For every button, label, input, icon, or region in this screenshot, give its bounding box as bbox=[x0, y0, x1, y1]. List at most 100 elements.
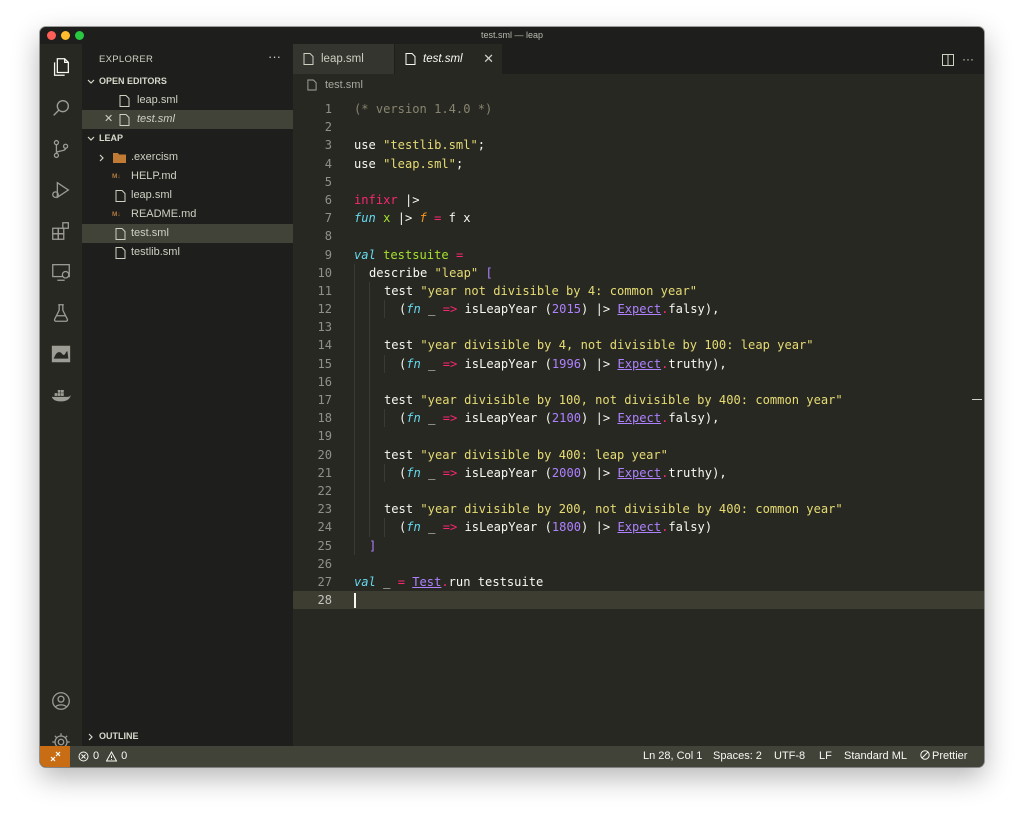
file-icon bbox=[307, 79, 317, 91]
code-token: _ bbox=[420, 302, 443, 317]
account-icon[interactable] bbox=[49, 689, 73, 713]
line-number: 4 bbox=[324, 156, 332, 171]
search-icon[interactable] bbox=[49, 96, 73, 120]
code-token: run testsuite bbox=[448, 574, 544, 589]
code-token: Expect bbox=[617, 302, 662, 317]
tree-item-test[interactable]: test.sml bbox=[82, 224, 293, 243]
line-number: 9 bbox=[324, 247, 332, 262]
tree-item-help[interactable]: M↓ HELP.md bbox=[82, 167, 293, 186]
code-token: falsy bbox=[668, 302, 705, 317]
camel-icon[interactable] bbox=[49, 342, 73, 366]
docker-icon[interactable] bbox=[49, 383, 73, 407]
warning-icon bbox=[106, 751, 118, 762]
code-token: "leap.sml" bbox=[383, 156, 456, 171]
code-token: _ bbox=[420, 520, 443, 535]
leap-folder-section[interactable]: LEAP bbox=[82, 129, 293, 148]
code-line: 2 bbox=[293, 118, 984, 136]
code-line: 9 val testsuite = bbox=[293, 246, 984, 264]
tree-item-label: testlib.sml bbox=[131, 246, 180, 258]
code-token: "leap" bbox=[434, 265, 479, 280]
code-token: |> bbox=[588, 411, 618, 426]
code-token: truthy bbox=[668, 356, 713, 371]
tree-item-label: .exercism bbox=[131, 151, 179, 163]
error-icon bbox=[78, 751, 89, 762]
code-token: "year divisible by 4, not divisible by 1… bbox=[420, 338, 814, 353]
code-token: = bbox=[397, 574, 405, 589]
problems-indicator[interactable]: 0 0 bbox=[78, 746, 127, 767]
code-line: 1 (* version 1.4.0 *) bbox=[293, 100, 984, 118]
files-icon[interactable] bbox=[49, 55, 73, 79]
open-editor-label: test.sml bbox=[137, 113, 175, 125]
tab-leap-sml[interactable]: leap.sml bbox=[293, 44, 394, 74]
code-token: isLeapYear bbox=[457, 356, 545, 371]
line-number: 14 bbox=[317, 338, 332, 353]
line-number: 19 bbox=[317, 429, 332, 444]
file-icon bbox=[115, 190, 126, 202]
open-editors-label: OPEN EDITORS bbox=[99, 76, 167, 86]
cursor-position[interactable]: Ln 28, Col 1 bbox=[643, 746, 702, 767]
open-editor-item[interactable]: leap.sml bbox=[82, 91, 293, 110]
testing-icon[interactable] bbox=[49, 301, 73, 325]
markdown-icon: M↓ bbox=[112, 173, 121, 180]
chevron-right-icon bbox=[88, 733, 93, 741]
chevron-right-icon bbox=[99, 154, 104, 162]
close-icon[interactable]: ✕ bbox=[104, 110, 113, 129]
tab-test-sml[interactable]: test.sml ✕ bbox=[395, 44, 502, 74]
code-token: test bbox=[384, 447, 421, 462]
file-icon bbox=[115, 228, 126, 240]
split-editor-icon[interactable] bbox=[942, 53, 954, 66]
code-token: infixr bbox=[354, 192, 398, 207]
code-token: ; bbox=[455, 156, 464, 171]
line-number: 24 bbox=[317, 520, 332, 535]
tree-item-exercism[interactable]: .exercism bbox=[82, 148, 293, 167]
prettier-status[interactable]: Prettier bbox=[920, 746, 967, 767]
code-line: 22 bbox=[293, 481, 984, 501]
remote-indicator-icon[interactable] bbox=[40, 746, 70, 767]
file-icon bbox=[405, 53, 416, 65]
outline-section[interactable]: OUTLINE bbox=[82, 727, 293, 746]
open-editor-item[interactable]: ✕ test.sml bbox=[82, 110, 293, 129]
tree-item-testlib[interactable]: testlib.sml bbox=[82, 243, 293, 262]
code-token: isLeapYear bbox=[457, 411, 545, 426]
code-token: test bbox=[384, 393, 421, 407]
code-token: use bbox=[354, 138, 384, 153]
line-number: 8 bbox=[324, 229, 332, 244]
indentation-setting[interactable]: Spaces: 2 bbox=[713, 746, 762, 767]
code-token: 2100 bbox=[551, 411, 582, 426]
language-mode[interactable]: Standard ML bbox=[844, 746, 907, 767]
error-count: 0 bbox=[93, 750, 100, 762]
eol-setting[interactable]: LF bbox=[819, 746, 832, 767]
line-number: 2 bbox=[324, 120, 332, 135]
code-token: 2015 bbox=[551, 302, 582, 317]
code-token: "year divisible by 400: leap year" bbox=[420, 447, 668, 462]
code-token: truthy bbox=[668, 465, 713, 480]
tab-label: test.sml bbox=[423, 53, 463, 65]
source-control-icon[interactable] bbox=[49, 137, 73, 161]
remote-explorer-icon[interactable] bbox=[49, 260, 73, 284]
close-icon[interactable]: ✕ bbox=[483, 44, 494, 74]
code-token: fn bbox=[406, 465, 421, 480]
open-editors-section[interactable]: OPEN EDITORS bbox=[82, 72, 293, 91]
code-editor[interactable]: 1 (* version 1.4.0 *) 2 3 use "testlib.sml… bbox=[293, 100, 984, 610]
overview-ruler-marker[interactable] bbox=[972, 399, 982, 400]
code-token: "testlib.sml" bbox=[383, 138, 478, 153]
chevron-down-icon bbox=[87, 79, 95, 84]
explorer-more-actions[interactable]: ··· bbox=[268, 49, 281, 64]
code-token: describe bbox=[369, 265, 435, 280]
close-window-button[interactable] bbox=[47, 31, 56, 40]
code-token: . bbox=[441, 574, 449, 589]
run-debug-icon[interactable] bbox=[49, 178, 73, 202]
tree-item-readme[interactable]: M↓ README.md bbox=[82, 205, 293, 224]
tab-label: leap.sml bbox=[321, 53, 364, 65]
tree-item-leap[interactable]: leap.sml bbox=[82, 186, 293, 205]
extensions-icon[interactable] bbox=[49, 219, 73, 243]
minimize-window-button[interactable] bbox=[61, 31, 70, 40]
maximize-window-button[interactable] bbox=[75, 31, 84, 40]
code-token: _ bbox=[420, 356, 443, 371]
code-token: fn bbox=[406, 356, 421, 371]
editor-more-actions[interactable]: ··· bbox=[962, 52, 974, 66]
code-token: Expect bbox=[617, 411, 662, 426]
code-token: Expect bbox=[617, 520, 662, 535]
folder-icon bbox=[113, 153, 126, 163]
encoding-setting[interactable]: UTF-8 bbox=[774, 746, 805, 767]
